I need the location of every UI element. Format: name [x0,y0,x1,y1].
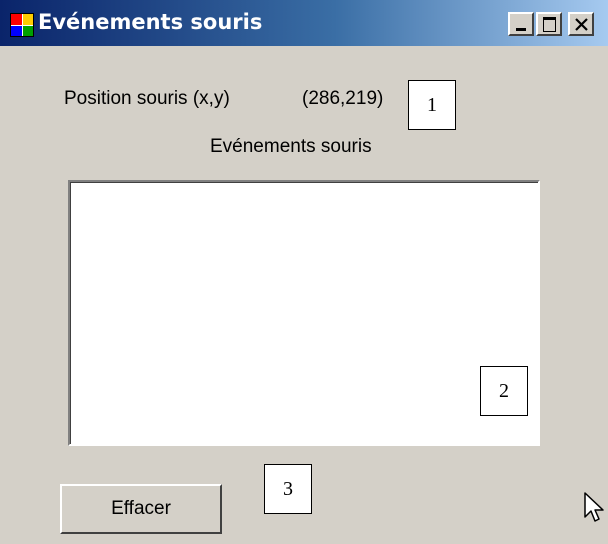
callout-3: 3 [264,464,312,514]
window-title: Evénements souris [38,10,263,34]
minimize-button[interactable] [508,12,534,36]
position-label: Position souris (x,y) [64,88,230,109]
close-icon [575,18,588,31]
events-listbox[interactable] [68,180,540,446]
mouse-pointer-icon [584,492,604,522]
app-window: Evénements souris Position souris (x,y) … [0,0,608,544]
callout-2: 2 [480,366,528,416]
title-bar[interactable]: Evénements souris [0,0,608,48]
clear-button[interactable]: Effacer [60,484,222,534]
close-button[interactable] [568,12,594,36]
maximize-button[interactable] [536,12,562,36]
callout-1: 1 [408,80,456,130]
position-value: (286,219) [302,88,384,109]
windows-form-icon[interactable] [10,13,34,37]
events-label: Evénements souris [210,136,372,157]
